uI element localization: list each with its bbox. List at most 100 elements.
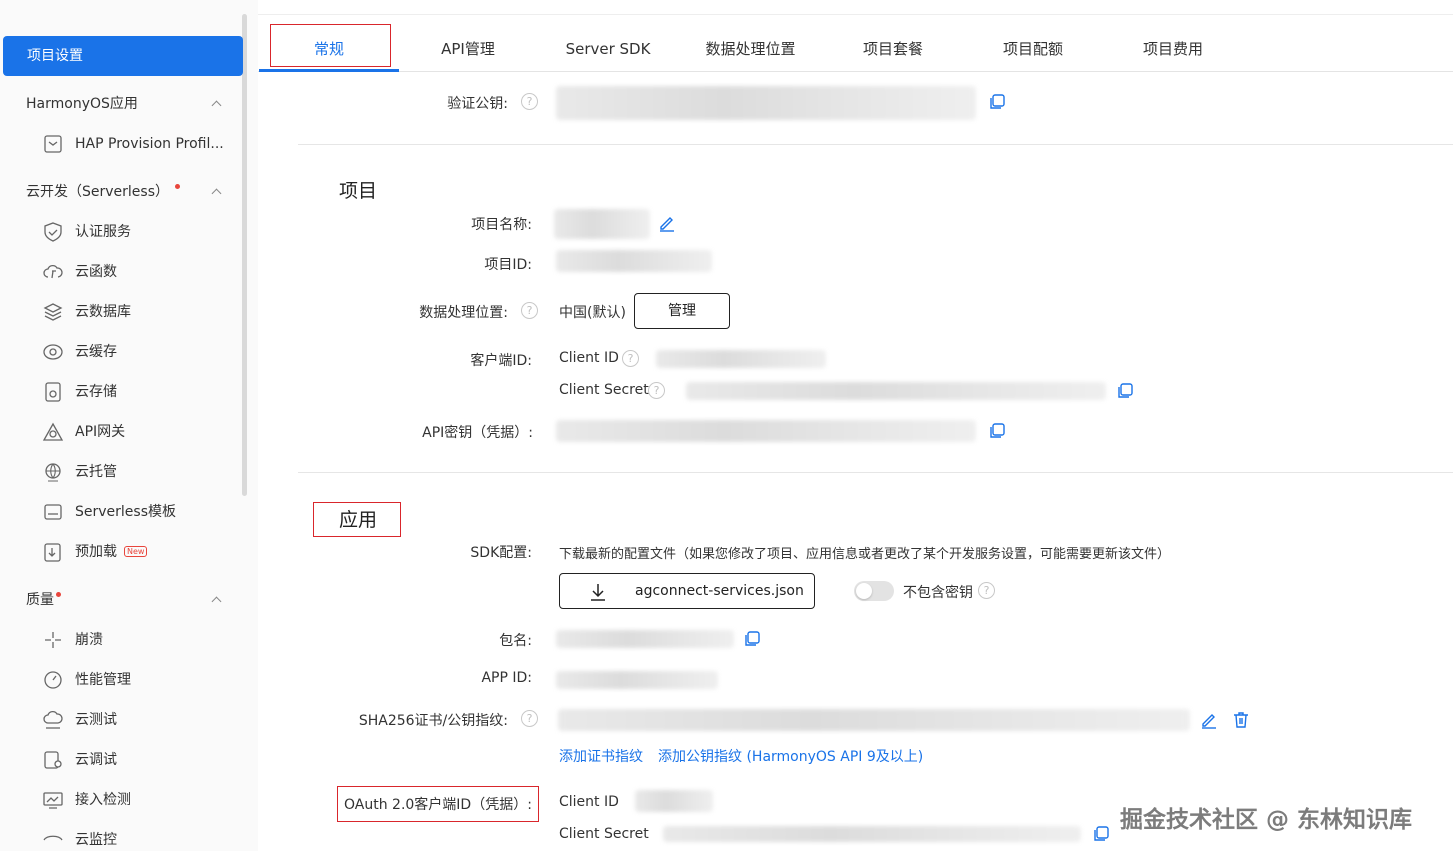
verify-key-value <box>556 86 976 120</box>
copy-icon[interactable] <box>1092 825 1110 843</box>
project-id-label: 项目ID: <box>484 257 532 273</box>
notification-dot <box>56 592 61 597</box>
cache-icon <box>43 344 63 360</box>
chevron-up-icon <box>211 588 223 612</box>
help-icon[interactable]: ? <box>622 350 639 367</box>
gauge-icon <box>44 671 62 689</box>
template-icon <box>44 504 62 520</box>
oauth-client-secret-value <box>663 826 1081 842</box>
sidebar-item-project-settings[interactable]: 项目设置 <box>3 36 243 76</box>
project-section-title: 项目 <box>339 180 378 202</box>
download-config-button[interactable]: agconnect-services.json <box>559 573 815 609</box>
sidebar-group-harmonyos[interactable]: HarmonyOS应用 <box>26 92 226 116</box>
active-tab-indicator <box>259 69 399 72</box>
add-cert-fingerprint-link[interactable]: 添加证书指纹 <box>559 746 643 766</box>
client-id-text: Client ID <box>559 350 619 366</box>
sdk-config-description: 下载最新的配置文件（如果您修改了项目、应用信息或者更改了某个开发服务设置，可能需… <box>559 547 1171 562</box>
tab-api-management[interactable]: API管理 <box>418 24 518 72</box>
sidebar-item-performance[interactable]: 性能管理 <box>42 668 242 692</box>
sidebar: 项目设置 HarmonyOS应用 HAP Provision Profil...… <box>0 0 258 851</box>
chevron-up-icon <box>211 92 223 116</box>
help-icon[interactable]: ? <box>978 582 995 599</box>
sidebar-scrollbar[interactable] <box>242 14 247 496</box>
sidebar-item-cloud-test[interactable]: 云测试 <box>42 708 242 732</box>
tab-project-plan[interactable]: 项目套餐 <box>843 24 943 72</box>
client-secret-value <box>686 382 1106 400</box>
data-location-label: 数据处理位置: <box>419 305 508 321</box>
crash-icon <box>45 632 61 648</box>
copy-icon[interactable] <box>743 630 761 648</box>
help-icon[interactable]: ? <box>521 302 538 319</box>
sidebar-item-cloud-db[interactable]: 云数据库 <box>42 300 242 324</box>
chevron-up-icon <box>211 180 223 204</box>
oauth-label: OAuth 2.0客户端ID（凭据）: <box>344 797 532 813</box>
help-icon[interactable]: ? <box>648 382 665 399</box>
oauth-client-id-text: Client ID <box>559 794 619 810</box>
exclude-key-label: 不包含密钥 <box>903 585 973 601</box>
oauth-client-id-value <box>635 790 713 812</box>
copy-icon[interactable] <box>988 93 1006 111</box>
manage-button[interactable]: 管理 <box>634 293 730 329</box>
sidebar-group-quality[interactable]: 质量 <box>26 588 226 612</box>
edit-icon[interactable] <box>1200 711 1218 729</box>
delete-icon[interactable] <box>1232 711 1250 729</box>
new-badge: New <box>124 546 148 557</box>
notification-dot <box>175 184 181 189</box>
tab-project-cost[interactable]: 项目费用 <box>1123 24 1223 72</box>
sha256-value <box>558 709 1190 731</box>
cloud-debug-icon <box>44 751 62 769</box>
sidebar-item-cloud-cache[interactable]: 云缓存 <box>42 340 242 364</box>
monitor-icon <box>43 792 63 809</box>
sidebar-group-serverless[interactable]: 云开发（Serverless） <box>26 180 226 204</box>
globe-icon <box>45 463 61 482</box>
edit-icon[interactable] <box>658 214 676 232</box>
sha256-label: SHA256证书/公钥指纹: <box>358 713 508 729</box>
app-id-label: APP ID: <box>481 670 532 686</box>
sidebar-item-api-gateway[interactable]: API网关 <box>42 420 242 444</box>
sidebar-item-access-check[interactable]: 接入检测 <box>42 788 242 812</box>
sidebar-item-cloud-hosting[interactable]: 云托管 <box>42 460 242 484</box>
app-id-value <box>556 671 718 689</box>
client-id-label: 客户端ID: <box>470 353 532 369</box>
sidebar-item-cloud-debug[interactable]: 云调试 <box>42 748 242 772</box>
verify-key-label: 验证公钥: <box>447 96 508 112</box>
highlight-box <box>313 502 401 537</box>
highlight-box <box>270 24 391 67</box>
sdk-config-label: SDK配置: <box>470 545 532 561</box>
sidebar-item-cloud-storage[interactable]: 云存储 <box>42 380 242 404</box>
watermark: 掘金技术社区 @ 东林知识库 <box>1120 807 1413 833</box>
client-secret-text: Client Secret <box>559 382 649 398</box>
package-value <box>556 630 734 648</box>
data-location-value: 中国(默认) <box>559 305 626 321</box>
sidebar-item-preload[interactable]: 预加载 New <box>42 540 242 564</box>
copy-icon[interactable] <box>988 422 1006 440</box>
sidebar-item-serverless-template[interactable]: Serverless模板 <box>42 500 242 524</box>
sidebar-item-cloud-function[interactable]: 云函数 <box>42 260 242 284</box>
tab-server-sdk[interactable]: Server SDK <box>553 24 663 72</box>
tab-bar: 常规 API管理 Server SDK 数据处理位置 项目套餐 项目配额 项目费… <box>258 24 1453 72</box>
add-pubkey-fingerprint-link[interactable]: 添加公钥指纹 (HarmonyOS API 9及以上) <box>658 746 923 766</box>
storage-icon <box>45 382 61 402</box>
sidebar-item-hap-provision[interactable]: HAP Provision Profil... <box>42 132 242 156</box>
help-icon[interactable]: ? <box>521 93 538 110</box>
cloud-test-icon <box>43 710 63 729</box>
oauth-client-secret-text: Client Secret <box>559 826 649 842</box>
gateway-icon <box>42 422 64 441</box>
tab-data-location[interactable]: 数据处理位置 <box>693 24 808 72</box>
exclude-key-toggle[interactable] <box>854 581 894 601</box>
copy-icon[interactable] <box>1116 382 1134 400</box>
download-icon <box>591 584 605 601</box>
sidebar-item-cloud-monitor[interactable]: 云监控 <box>42 828 242 851</box>
project-name-value <box>554 209 650 239</box>
project-name-label: 项目名称: <box>471 217 532 233</box>
project-id-value <box>556 250 712 272</box>
eye-icon <box>43 835 63 841</box>
sidebar-item-crash[interactable]: 崩溃 <box>42 628 242 652</box>
tab-project-quota[interactable]: 项目配额 <box>983 24 1083 72</box>
api-key-label: API密钥（凭据）: <box>422 425 533 441</box>
database-icon <box>43 303 63 321</box>
help-icon[interactable]: ? <box>521 710 538 727</box>
main-content: 常规 API管理 Server SDK 数据处理位置 项目套餐 项目配额 项目费… <box>258 0 1453 851</box>
sidebar-item-auth[interactable]: 认证服务 <box>42 220 242 244</box>
file-icon <box>44 135 62 153</box>
